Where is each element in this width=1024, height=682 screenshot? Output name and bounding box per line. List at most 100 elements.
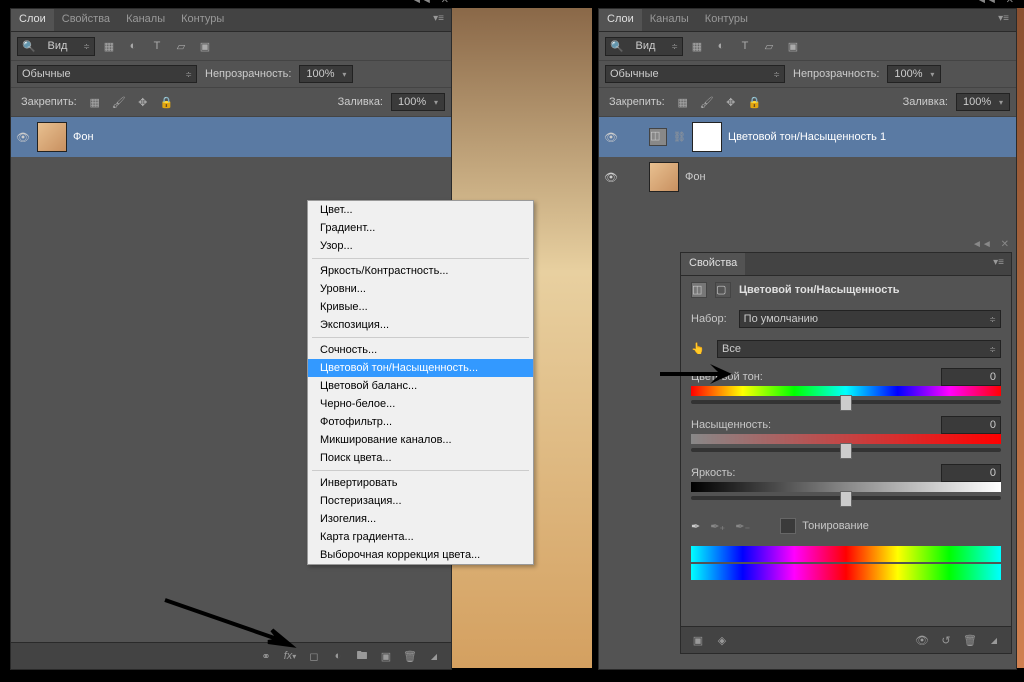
arrow-annotation [160, 590, 300, 650]
menu-item[interactable]: Поиск цвета... [308, 449, 533, 467]
slider-thumb[interactable] [840, 443, 852, 459]
filter-adjustment-icon[interactable]: ◐ [711, 36, 731, 56]
filter-type-icon[interactable]: T [735, 36, 755, 56]
tab-properties[interactable]: Свойства [681, 253, 745, 275]
lock-transparency-icon[interactable]: ▦ [673, 92, 693, 112]
filter-type-icon[interactable]: T [147, 36, 167, 56]
blend-mode-dropdown[interactable]: Обычные≑ [17, 65, 197, 83]
lightness-value-input[interactable]: 0 [941, 464, 1001, 482]
filter-shape-icon[interactable]: ▱ [759, 36, 779, 56]
menu-item[interactable]: Выборочная коррекция цвета... [308, 546, 533, 564]
layer-thumbnail[interactable] [37, 122, 67, 152]
menu-item[interactable]: Яркость/Контрастность... [308, 262, 533, 280]
menu-item-hue-saturation[interactable]: Цветовой тон/Насыщенность... [308, 359, 533, 377]
menu-item[interactable]: Экспозиция... [308, 316, 533, 334]
visibility-toggle-icon[interactable]: 👁 [911, 629, 933, 651]
mask-type-icon[interactable]: ▢ [715, 282, 731, 298]
slider-thumb[interactable] [840, 395, 852, 411]
delete-adjustment-icon[interactable]: 🗑 [959, 629, 981, 651]
opacity-label: Непрозрачность: [201, 68, 295, 80]
filter-image-icon[interactable]: ▦ [687, 36, 707, 56]
layer-thumbnail[interactable] [649, 162, 679, 192]
menu-item[interactable]: Кривые... [308, 298, 533, 316]
visibility-icon[interactable]: 👁 [603, 129, 619, 145]
filter-shape-icon[interactable]: ▱ [171, 36, 191, 56]
reset-icon[interactable]: ↺ [935, 629, 957, 651]
opacity-input[interactable]: 100%▾ [299, 65, 353, 83]
visibility-icon[interactable]: 👁 [15, 129, 31, 145]
tab-layers[interactable]: Слои [599, 9, 642, 31]
saturation-slider[interactable] [691, 448, 1001, 452]
preset-dropdown[interactable]: По умолчанию≑ [739, 310, 1001, 328]
lock-pixels-icon[interactable]: 🖌 [109, 92, 129, 112]
lock-all-icon[interactable]: 🔒 [157, 92, 177, 112]
new-layer-icon[interactable]: ▣ [375, 645, 397, 667]
layer-filter-dropdown[interactable]: 🔍Вид≑ [605, 37, 683, 56]
previous-icon[interactable]: ◈ [711, 629, 733, 651]
eyedropper-minus-icon[interactable]: ✒₋ [735, 520, 750, 533]
lock-position-icon[interactable]: ✥ [133, 92, 153, 112]
saturation-value-input[interactable]: 0 [941, 416, 1001, 434]
tab-channels[interactable]: Каналы [118, 9, 173, 31]
menu-item[interactable]: Сочность... [308, 341, 533, 359]
layer-row-adjustment[interactable]: 👁 ◫ ⛓ Цветовой тон/Насыщенность 1 [599, 117, 1016, 157]
panel-menu-icon[interactable]: ▾≡ [992, 256, 1005, 269]
menu-item[interactable]: Изогелия... [308, 510, 533, 528]
tab-properties[interactable]: Свойства [54, 9, 118, 31]
channel-dropdown[interactable]: Все≑ [717, 340, 1001, 358]
link-mask-icon[interactable]: ⛓ [673, 131, 686, 144]
saturation-label: Насыщенность: [691, 419, 771, 431]
layer-mask-thumbnail[interactable] [692, 122, 722, 152]
properties-title: Цветовой тон/Насыщенность [739, 284, 900, 296]
menu-item[interactable]: Уровни... [308, 280, 533, 298]
lock-position-icon[interactable]: ✥ [721, 92, 741, 112]
folder-icon[interactable]: 🖿 [351, 645, 373, 667]
eyedropper-icon[interactable]: ✒ [691, 520, 700, 533]
lock-all-icon[interactable]: 🔒 [745, 92, 765, 112]
visibility-icon[interactable]: 👁 [603, 169, 619, 185]
filter-smart-icon[interactable]: ▣ [783, 36, 803, 56]
eyedropper-plus-icon[interactable]: ✒₊ [710, 520, 725, 533]
targeted-adjust-icon[interactable]: 👆 [691, 342, 705, 356]
slider-thumb[interactable] [840, 491, 852, 507]
mask-icon[interactable]: ◻ [303, 645, 325, 667]
panel-menu-icon[interactable]: ▾≡ [432, 12, 445, 25]
opacity-input[interactable]: 100%▾ [887, 65, 941, 83]
menu-item[interactable]: Фотофильтр... [308, 413, 533, 431]
tab-paths[interactable]: Контуры [173, 9, 232, 31]
tab-layers[interactable]: Слои [11, 9, 54, 31]
layer-row[interactable]: 👁 Фон [599, 157, 1016, 197]
fill-input[interactable]: 100%▾ [391, 93, 445, 111]
filter-smart-icon[interactable]: ▣ [195, 36, 215, 56]
filter-image-icon[interactable]: ▦ [99, 36, 119, 56]
menu-item[interactable]: Карта градиента... [308, 528, 533, 546]
hue-slider[interactable] [691, 400, 1001, 404]
adjustment-icon[interactable]: ◐ [327, 645, 349, 667]
menu-item[interactable]: Инвертировать [308, 474, 533, 492]
color-range-bar-top [691, 546, 1001, 562]
tab-channels[interactable]: Каналы [642, 9, 697, 31]
menu-item[interactable]: Градиент... [308, 219, 533, 237]
menu-item[interactable]: Узор... [308, 237, 533, 255]
layer-filter-dropdown[interactable]: 🔍Вид≑ [17, 37, 95, 56]
layer-row[interactable]: 👁 Фон [11, 117, 451, 157]
blend-mode-dropdown[interactable]: Обычные≑ [605, 65, 785, 83]
hue-value-input[interactable]: 0 [941, 368, 1001, 386]
menu-item[interactable]: Цвет... [308, 201, 533, 219]
panel-menu-icon[interactable]: ▾≡ [997, 12, 1010, 25]
colorize-checkbox[interactable] [780, 518, 796, 534]
fill-input[interactable]: 100%▾ [956, 93, 1010, 111]
delete-icon[interactable]: 🗑 [399, 645, 421, 667]
lightness-slider[interactable] [691, 496, 1001, 500]
tab-paths[interactable]: Контуры [697, 9, 756, 31]
lock-transparency-icon[interactable]: ▦ [85, 92, 105, 112]
layer-name: Цветовой тон/Насыщенность 1 [728, 131, 886, 143]
filter-adjustment-icon[interactable]: ◐ [123, 36, 143, 56]
menu-item[interactable]: Цветовой баланс... [308, 377, 533, 395]
menu-item[interactable]: Микширование каналов... [308, 431, 533, 449]
lock-pixels-icon[interactable]: 🖌 [697, 92, 717, 112]
clip-icon[interactable]: ▣ [687, 629, 709, 651]
lightness-label: Яркость: [691, 467, 735, 479]
menu-item[interactable]: Черно-белое... [308, 395, 533, 413]
menu-item[interactable]: Постеризация... [308, 492, 533, 510]
